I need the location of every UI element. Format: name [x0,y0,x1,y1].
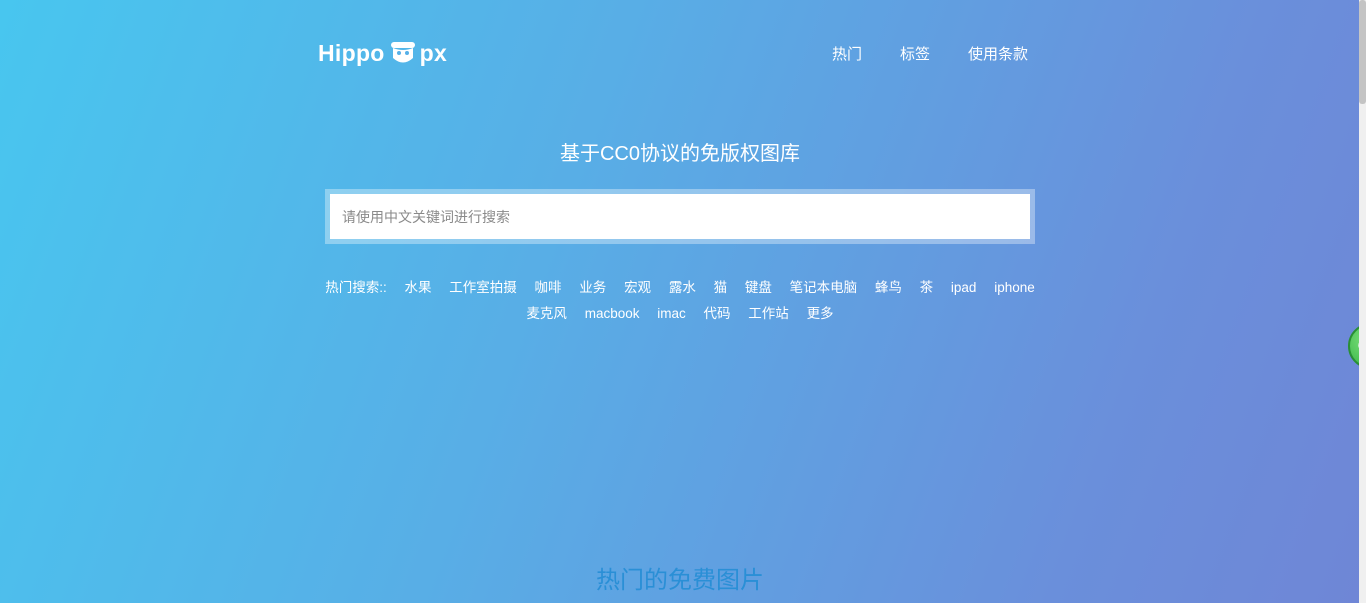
tagline: 基于CC0协议的免版权图库 [559,143,800,165]
hot-tag[interactable]: 猫 [714,275,728,301]
logo-text-px: px [419,39,448,66]
hot-tag[interactable]: imac [657,301,686,327]
popular-photos-heading: 热门的免费图片 [596,567,764,594]
logo-text-hippo: Hippo [318,39,385,66]
hot-tag[interactable]: ipad [951,275,977,301]
hot-tag[interactable]: iphone [994,275,1035,301]
hot-tag[interactable]: 键盘 [745,275,772,301]
header: Hippo px 热门 标签 使用条款 [318,36,1028,70]
hot-tag[interactable]: 咖啡 [535,275,562,301]
hot-more-link[interactable]: 更多 [807,301,834,327]
page-scrollbar[interactable] [1359,0,1366,603]
search-input[interactable] [330,194,1030,239]
nav-terms[interactable]: 使用条款 [968,43,1028,64]
hot-tag[interactable]: 笔记本电脑 [790,275,858,301]
hot-tag[interactable]: 露水 [669,275,696,301]
hot-tag[interactable]: 水果 [405,275,432,301]
hot-tag[interactable]: 蜂鸟 [875,275,902,301]
hot-tag[interactable]: macbook [585,301,640,327]
hot-tag[interactable]: 工作站 [748,301,789,327]
nav-popular[interactable]: 热门 [832,43,862,64]
search-box [325,189,1035,244]
hot-tag[interactable]: 代码 [704,301,731,327]
hot-tag[interactable]: 宏观 [624,275,651,301]
logo[interactable]: Hippo px [318,40,447,67]
scrollbar-thumb[interactable] [1359,0,1366,104]
main-nav: 热门 标签 使用条款 [794,43,1028,64]
hot-tag[interactable]: 工作室拍摄 [449,275,517,301]
nav-tags[interactable]: 标签 [900,43,930,64]
hot-tag[interactable]: 业务 [579,275,606,301]
hippo-logo-icon [390,42,415,63]
hot-searches: 热门搜索:: 水果 工作室拍摄 咖啡 业务 宏观 露水 猫 键盘 笔记本电脑 蜂… [310,275,1050,327]
hot-tag[interactable]: 麦克风 [526,301,567,327]
hot-searches-label: 热门搜索:: [325,280,387,295]
hot-tag[interactable]: 茶 [920,275,934,301]
